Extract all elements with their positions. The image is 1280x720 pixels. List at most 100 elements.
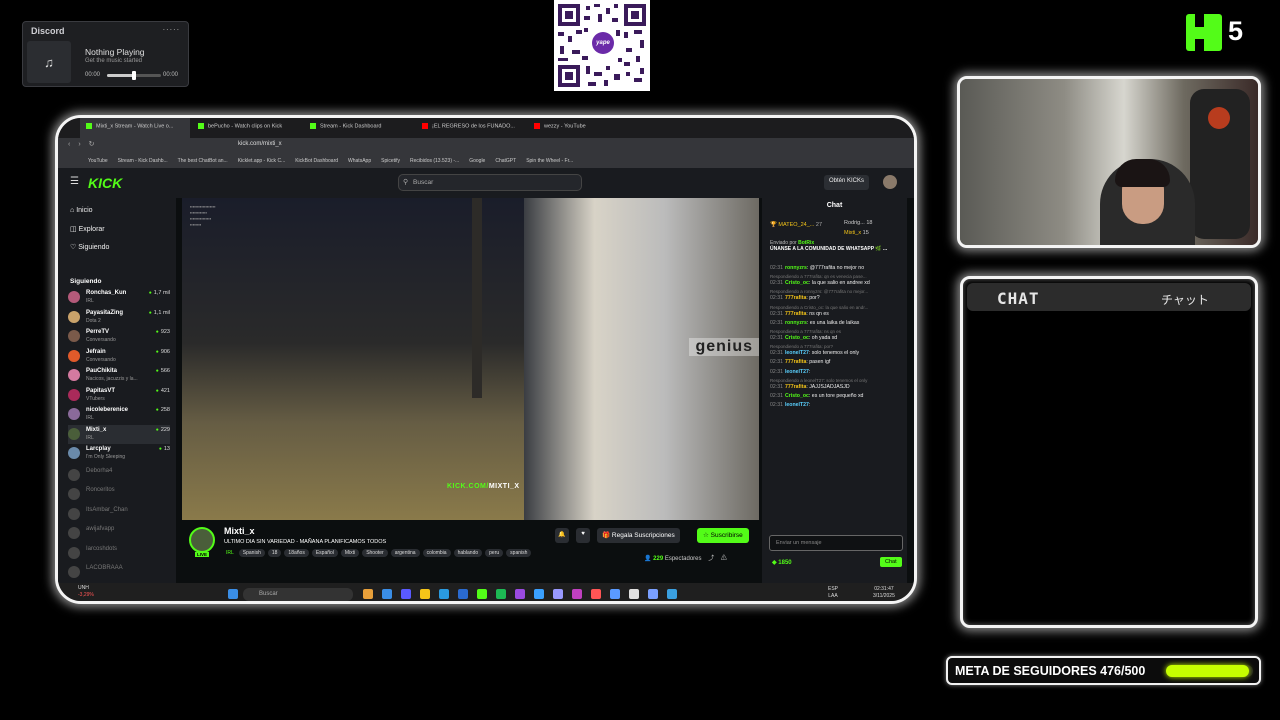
stream-video[interactable]: genius ▪▪▪▪▪▪▪▪▪▪▪▪▪▪▪▪▪▪ ▪▪▪▪▪▪▪▪▪▪▪▪ ▪▪▪… (182, 198, 759, 520)
sidebar-channel-offline[interactable]: awijafvapp (68, 524, 170, 543)
bookmark[interactable]: ChatGPT (495, 158, 516, 164)
taskbar-app-icon[interactable] (534, 589, 544, 599)
bookmark[interactable]: Recibidos (13.523) -... (410, 158, 459, 164)
user-avatar[interactable] (883, 175, 897, 189)
chat-message[interactable]: 02:31 777rafita: JAJJSJADJASJD (770, 384, 903, 392)
browser-tab[interactable]: bePucho - Watch clips on Kick (192, 118, 302, 138)
music-progress-knob[interactable] (132, 71, 136, 80)
streamer-avatar[interactable] (189, 527, 215, 553)
taskbar-app-icon[interactable] (591, 589, 601, 599)
nav-arrows-icon[interactable]: ‹›↻ (68, 140, 103, 148)
taskbar-app-icon[interactable] (667, 589, 677, 599)
bookmark[interactable]: YouTube (88, 158, 108, 164)
bookmark[interactable]: Spicetify (381, 158, 400, 164)
stream-tag[interactable]: Shooter (362, 549, 388, 557)
bookmark[interactable]: Stream - Kick Dashb... (118, 158, 168, 164)
chat-message[interactable]: 02:31 leonelT27: (770, 402, 903, 410)
bookmark[interactable]: Spin the Wheel - Fr... (526, 158, 573, 164)
chat-message[interactable]: 02:31 Cristo_oc: oh yada xd (770, 335, 903, 343)
bookmark[interactable]: The best ChatBot an... (178, 158, 228, 164)
search-input[interactable]: Buscar (398, 174, 582, 191)
chat-user[interactable]: leonelT27 (785, 369, 809, 375)
chat-message[interactable]: 02:31 Cristo_oc: la que salio en andree x… (770, 280, 903, 288)
stream-tag[interactable]: spanish (506, 549, 532, 557)
stream-tag[interactable]: hablando (453, 549, 483, 557)
taskbar-app-icon[interactable] (553, 589, 563, 599)
taskbar-app-icon[interactable] (629, 589, 639, 599)
send-chat-button[interactable]: Chat (880, 557, 902, 567)
taskbar-app-icon[interactable] (648, 589, 658, 599)
get-kicks-button[interactable]: Obtén KICKs (824, 175, 870, 190)
sidebar-channel-offline[interactable]: Deborha4 (68, 466, 170, 485)
address-bar[interactable]: ‹›↻ kick.com/mixti_x (58, 138, 914, 154)
gift-subs-button[interactable]: 🎁 Regala Suscripciones (597, 528, 680, 543)
system-clock[interactable]: 02:31:47 3/11/2025 (873, 586, 895, 600)
stream-tag[interactable]: Spanish (238, 549, 265, 557)
taskbar-app-icon[interactable] (401, 589, 411, 599)
chat-input[interactable]: Enviar un mensaje (769, 535, 903, 551)
taskbar-app-icon[interactable] (610, 589, 620, 599)
bookmark[interactable]: KickBot Dashboard (295, 158, 338, 164)
chat-message[interactable]: 02:31 ronnyzrs: @777rafita no mejor no (770, 265, 903, 273)
browser-tab[interactable]: ¡EL REGRESO de los FUNADO... (416, 118, 526, 138)
discord-menu-icon[interactable]: ∙∙∙∙∙ (162, 24, 180, 34)
taskbar-app-icon[interactable] (439, 589, 449, 599)
browser-tab[interactable]: wezzy - YouTube (528, 118, 638, 138)
stream-tag[interactable]: Mixti (340, 549, 360, 557)
taskbar-app-icon[interactable] (477, 589, 487, 599)
sidebar-channel[interactable]: PerreTV Conversando 923 (68, 327, 170, 346)
subscribe-button[interactable]: ☆ Suscribirse (697, 528, 749, 543)
chat-user[interactable]: Cristo_oc (785, 335, 809, 341)
category-link[interactable]: IRL (224, 549, 236, 557)
taskbar-app-icon[interactable] (515, 589, 525, 599)
url-text[interactable]: kick.com/mixti_x (238, 141, 282, 147)
taskbar-app-icon[interactable] (572, 589, 582, 599)
chat-user[interactable]: ronnyzrs (785, 320, 807, 326)
sidebar-channel[interactable]: PayasitaZing Dota 2 1,1 mil (68, 308, 170, 327)
chat-user[interactable]: 777rafita (785, 384, 806, 390)
sidebar-channel[interactable]: Mixti_x IRL 229 (68, 424, 170, 444)
sidebar-channel-offline[interactable]: LACOBRAAA (68, 563, 170, 582)
streamer-name[interactable]: Mixti_x (224, 526, 255, 536)
hamburger-icon[interactable]: ☰ (70, 176, 79, 187)
chat-message[interactable]: 02:31 777rafita: pasen igf (770, 359, 903, 367)
sidebar-item-siguiendo[interactable]: ♡ Siguiendo (70, 243, 109, 251)
stream-tag[interactable]: peru (485, 549, 504, 557)
sidebar-channel[interactable]: Ronchas_Kun IRL 1,7 mil (68, 288, 170, 307)
taskbar-search[interactable]: Buscar (243, 588, 353, 601)
chat-message[interactable]: 02:31 Cristo_oc: es un tore pequeño xd (770, 393, 903, 401)
chat-user[interactable]: Cristo_oc (785, 280, 809, 286)
stream-tag[interactable]: 18 (267, 549, 282, 557)
taskbar-app-icon[interactable] (420, 589, 430, 599)
taskbar-app-icon[interactable] (382, 589, 392, 599)
browser-tab[interactable]: Stream - Kick Dashboard (304, 118, 414, 138)
taskbar-app-icon[interactable] (363, 589, 373, 599)
chat-user[interactable]: leonelT27 (785, 402, 809, 408)
chat-message[interactable]: 02:31 777rafita: ns qn es (770, 311, 903, 319)
chat-user[interactable]: Cristo_oc (785, 393, 809, 399)
sidebar-channel[interactable]: nicoleberenice IRL 258 (68, 405, 170, 424)
language-indicator[interactable]: ESP LAA (828, 586, 838, 600)
chat-user[interactable]: 777rafita (785, 359, 806, 365)
sidebar-channel[interactable]: PauChikita Nacicos, jacuzzis y la... 566 (68, 366, 170, 385)
bookmark[interactable]: WhatsApp (348, 158, 371, 164)
bell-icon[interactable]: 🔔 (555, 528, 569, 543)
sidebar-item-explorar[interactable]: ◫ Explorar (70, 225, 105, 233)
windows-start-icon[interactable] (228, 589, 238, 599)
music-progress-bar[interactable] (107, 71, 161, 80)
chat-message[interactable]: 02:31 777rafita: por? (770, 295, 903, 303)
stream-tag[interactable]: 18años (284, 549, 309, 557)
stream-tag[interactable]: argentina (390, 549, 420, 557)
sidebar-item-inicio[interactable]: ⌂ Inicio (70, 207, 93, 214)
taskbar-app-icon[interactable] (496, 589, 506, 599)
sidebar-channel[interactable]: Jefrain Conversando 906 (68, 347, 170, 366)
sidebar-channel[interactable]: Larcplay I'm Only Sleeping 13 (68, 444, 170, 463)
stream-tag[interactable]: colombia (422, 549, 451, 557)
chat-message[interactable]: 02:31 ronnyzrs: es una laika de laikas (770, 320, 903, 328)
kick-logo[interactable]: KICK (88, 175, 122, 191)
taskbar-app-icon[interactable] (458, 589, 468, 599)
sidebar-channel-offline[interactable]: Iarcoshdots (68, 544, 170, 563)
chat-user[interactable]: 777rafita (785, 311, 806, 317)
stream-tag[interactable]: Español (311, 549, 338, 557)
sidebar-channel-offline[interactable]: Ronceritos (68, 485, 170, 504)
